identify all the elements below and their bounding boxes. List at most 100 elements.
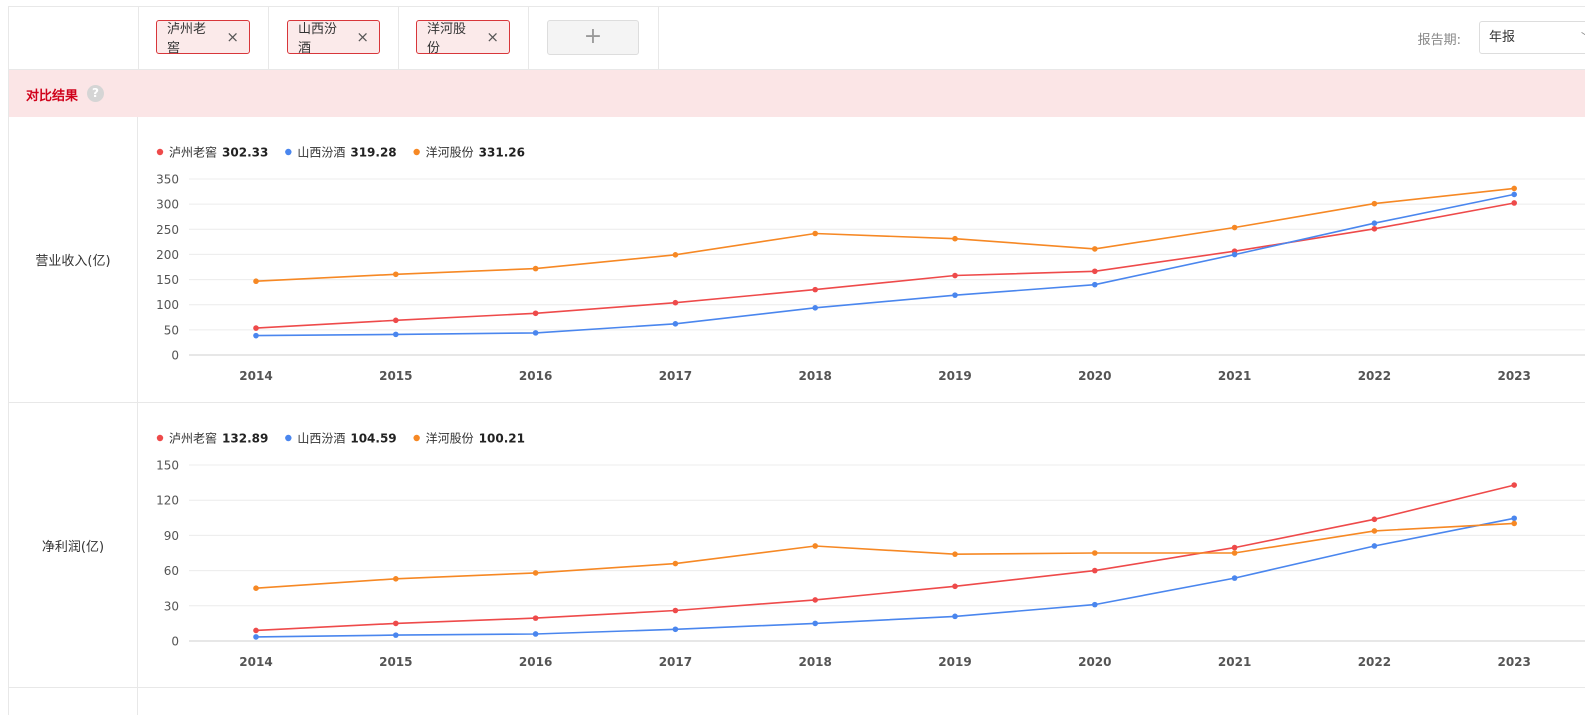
stock-tag[interactable]: 洋河股份 × <box>416 20 510 56</box>
y-tick-label: 0 <box>171 635 179 649</box>
data-point[interactable] <box>1231 575 1238 581</box>
data-point[interactable] <box>812 597 818 603</box>
data-point[interactable] <box>672 299 679 306</box>
x-tick-label: 2017 <box>659 655 692 669</box>
stock-tag[interactable]: 山西汾酒 × <box>287 20 380 56</box>
legend-label: 泸州老窖 <box>169 145 217 160</box>
stock-tag[interactable]: 泸州老窖 × <box>156 20 250 56</box>
data-point[interactable] <box>1371 200 1378 207</box>
legend-dot-icon <box>285 434 292 442</box>
data-point[interactable] <box>393 632 399 638</box>
data-point[interactable] <box>812 286 818 293</box>
y-tick-label: 300 <box>156 198 179 212</box>
data-point[interactable] <box>1371 543 1378 549</box>
data-point[interactable] <box>393 317 399 324</box>
data-point[interactable] <box>1511 515 1517 522</box>
data-point[interactable] <box>393 620 399 627</box>
data-point[interactable] <box>532 330 539 336</box>
period-select[interactable]: 年报 ﹀ <box>1479 21 1585 54</box>
data-point[interactable] <box>532 310 539 317</box>
data-point[interactable] <box>253 627 259 634</box>
data-point[interactable] <box>1231 224 1238 231</box>
data-point[interactable] <box>253 332 259 339</box>
legend-item[interactable]: 洋河股份 100.21 <box>413 431 525 446</box>
y-tick-label: 30 <box>164 599 179 613</box>
help-icon[interactable]: ? <box>87 85 104 102</box>
data-point[interactable] <box>672 560 679 567</box>
close-icon[interactable]: × <box>226 28 239 46</box>
x-tick-label: 2023 <box>1497 369 1530 383</box>
legend-item[interactable]: 泸州老窖 302.33 <box>156 145 269 160</box>
data-point[interactable] <box>812 305 818 311</box>
data-point[interactable] <box>1092 550 1098 556</box>
result-title: 对比结果 <box>26 89 79 104</box>
close-icon[interactable]: × <box>356 28 369 46</box>
legend-item[interactable]: 泸州老窖 132.89 <box>156 431 269 446</box>
data-point[interactable] <box>393 576 399 582</box>
x-tick-label: 2018 <box>798 369 831 383</box>
data-point[interactable] <box>1092 601 1098 608</box>
y-tick-label: 250 <box>156 223 179 237</box>
data-point[interactable] <box>1092 567 1098 574</box>
y-tick-label: 200 <box>156 248 179 262</box>
tag-cell: + <box>529 7 659 69</box>
data-point[interactable] <box>1231 544 1238 551</box>
y-tick-label: 150 <box>156 459 179 473</box>
data-point[interactable] <box>672 321 679 327</box>
data-point[interactable] <box>1231 550 1238 556</box>
data-point[interactable] <box>1371 516 1378 523</box>
data-point[interactable] <box>532 615 539 621</box>
data-point[interactable] <box>672 607 679 614</box>
stock-tag-label: 泸州老窖 <box>167 22 207 56</box>
series-line <box>255 522 1515 589</box>
legend-dot-icon <box>413 148 420 156</box>
data-point[interactable] <box>1371 220 1378 227</box>
x-tick-label: 2014 <box>239 655 272 669</box>
data-point[interactable] <box>952 613 958 620</box>
data-point[interactable] <box>1092 268 1098 275</box>
legend-item[interactable]: 山西汾酒 319.28 <box>285 146 397 160</box>
data-point[interactable] <box>1511 482 1517 488</box>
data-point[interactable] <box>253 585 259 591</box>
x-tick-label: 2022 <box>1358 655 1391 669</box>
data-point[interactable] <box>253 325 259 331</box>
data-point[interactable] <box>253 634 259 640</box>
close-icon[interactable]: × <box>486 28 499 46</box>
data-point[interactable] <box>952 583 958 590</box>
revenue-chart: 泸州老窖 302.33 山西汾酒 319.28 洋河股份 331.26 0 50 100 150 2… <box>156 145 1585 383</box>
data-point[interactable] <box>532 631 539 637</box>
data-point[interactable] <box>393 271 399 278</box>
data-point[interactable] <box>1511 185 1517 192</box>
data-point[interactable] <box>1092 281 1098 288</box>
x-tick-label: 2019 <box>938 369 971 383</box>
data-point[interactable] <box>672 252 679 258</box>
legend-item[interactable]: 洋河股份 331.26 <box>413 145 525 160</box>
data-point[interactable] <box>952 235 958 242</box>
data-point[interactable] <box>532 265 539 272</box>
legend-label: 山西汾酒 <box>297 432 345 446</box>
data-point[interactable] <box>1371 528 1378 534</box>
legend-item[interactable]: 山西汾酒 104.59 <box>285 432 397 446</box>
data-point[interactable] <box>812 620 818 627</box>
data-point[interactable] <box>672 626 679 633</box>
data-point[interactable] <box>1371 225 1378 232</box>
x-tick-label: 2015 <box>379 655 412 669</box>
data-point[interactable] <box>1511 520 1517 527</box>
data-point[interactable] <box>812 230 818 237</box>
profit-chart: 泸州老窖 132.89 山西汾酒 104.59 洋河股份 100.21 0 30 60 90 120… <box>156 431 1585 669</box>
data-point[interactable] <box>1511 200 1517 206</box>
data-point[interactable] <box>812 543 818 549</box>
data-point[interactable] <box>952 292 958 298</box>
data-point[interactable] <box>952 272 958 279</box>
legend-label: 山西汾酒 <box>297 146 345 160</box>
data-point[interactable] <box>1511 191 1517 198</box>
data-point[interactable] <box>532 570 539 576</box>
add-stock-button[interactable]: + <box>547 20 639 55</box>
data-point[interactable] <box>1231 251 1238 258</box>
series-line <box>255 202 1515 329</box>
data-point[interactable] <box>1092 246 1098 252</box>
data-point[interactable] <box>393 331 399 338</box>
data-point[interactable] <box>952 551 958 557</box>
data-point[interactable] <box>253 278 259 285</box>
period-label: 报告期: <box>1417 33 1461 48</box>
